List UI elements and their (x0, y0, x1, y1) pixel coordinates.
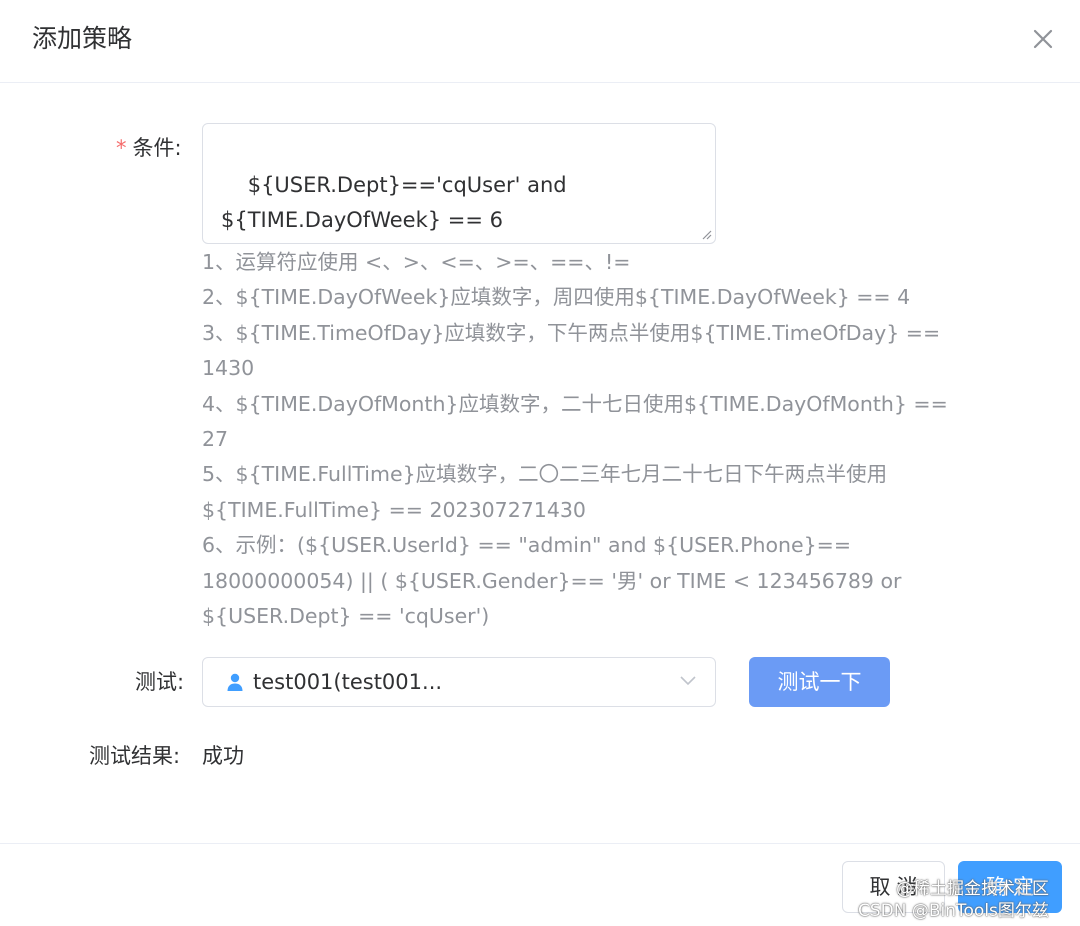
add-policy-dialog: 添加策略 * 条件: ${USER.Dept}=='cqUser' and ${T… (0, 0, 1080, 925)
hint-line: 2、${TIME.DayOfWeek}应填数字，周四使用${TIME.DayOf… (202, 285, 911, 310)
result-value: 成功 (202, 744, 244, 768)
chevron-down-icon (680, 676, 696, 686)
required-mark: * (116, 136, 127, 160)
resize-handle-icon[interactable] (700, 228, 712, 240)
hint-line: 1、运算符应使用 <、>、<=、>=、==、!= (202, 250, 631, 274)
test-user-select[interactable]: test001(test001... (202, 657, 716, 707)
test-button[interactable]: 测试一下 (749, 657, 890, 707)
condition-label: * 条件: (116, 133, 182, 163)
close-icon (1033, 29, 1053, 49)
test-user-value: test001(test001... (253, 670, 443, 694)
result-label: 测试结果: (89, 744, 181, 768)
hint-line: 4、${TIME.DayOfMonth}应填数字，二十七日使用${TIME.Da… (202, 391, 948, 452)
condition-textarea[interactable]: ${USER.Dept}=='cqUser' and ${TIME.DayOfW… (202, 123, 716, 244)
user-icon (227, 673, 243, 691)
condition-value: ${USER.Dept}=='cqUser' and ${TIME.DayOfW… (221, 173, 567, 232)
hint-line: 6、示例：(${USER.UserId} == "admin" and ${US… (202, 533, 902, 629)
dialog-header: 添加策略 (0, 0, 1080, 83)
dialog-title: 添加策略 (32, 24, 133, 53)
condition-hints: 1、运算符应使用 <、>、<=、>=、==、!= 2、${TIME.DayOfW… (202, 245, 972, 634)
test-label: 测试: (135, 670, 185, 694)
hint-line: 3、${TIME.TimeOfDay}应填数字，下午两点半使用${TIME.Ti… (202, 320, 941, 381)
hint-line: 5、${TIME.FullTime}应填数字，二〇二三年七月二十七日下午两点半使… (202, 462, 888, 522)
watermark-csdn: CSDN @BinTools图尔兹 (858, 901, 1049, 921)
condition-label-text: 条件: (132, 136, 182, 160)
close-button[interactable] (1026, 22, 1060, 56)
